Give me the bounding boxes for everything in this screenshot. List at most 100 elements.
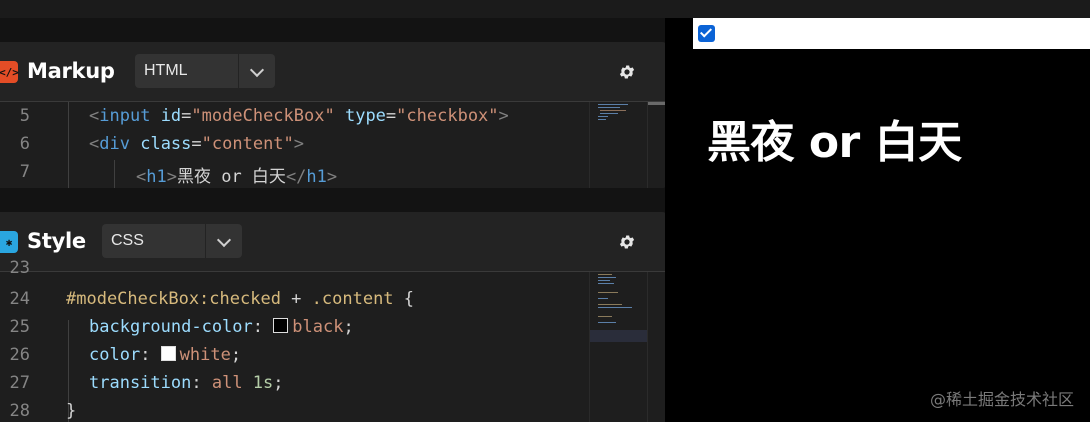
code-line[interactable]: <input id="modeCheckBox" type="checkbox"… (89, 106, 509, 126)
minimap-line (598, 119, 606, 120)
code-token: > (166, 167, 177, 187)
watermark: @稀土掘金技术社区 (929, 390, 1074, 409)
code-token: color (89, 345, 141, 365)
code-token: + (280, 289, 312, 309)
style-editor-panel: ✱ Style CSS 23 24 #modeCheckBox:checked + … (0, 212, 668, 422)
code-token: </ (285, 167, 307, 187)
style-language-label: CSS (111, 232, 144, 249)
style-panel-header: ✱ Style CSS (0, 212, 668, 272)
code-token: < (89, 106, 100, 126)
gear-icon[interactable] (618, 63, 636, 81)
style-language-select[interactable]: CSS (102, 224, 242, 258)
code-token: "checkbox" (396, 106, 499, 126)
minimap-line (598, 116, 608, 117)
code-token: background-color (89, 317, 253, 337)
code-line[interactable]: <div class="content"> (89, 134, 304, 154)
code-line[interactable]: background-color: black; (89, 317, 354, 337)
indent-guide (114, 160, 115, 188)
markup-editor-panel: </> Markup HTML 5 <input id="modeCheckBox… (0, 42, 668, 188)
code-token: white (179, 345, 231, 365)
gear-icon[interactable] (618, 233, 636, 251)
checkbox-row (693, 18, 1090, 49)
code-token: black (292, 317, 344, 337)
code-token: id (160, 106, 182, 126)
minimap-line (598, 104, 628, 105)
code-token: "modeCheckBox" (191, 106, 335, 126)
minimap-line (600, 113, 618, 114)
code-token: = (385, 106, 397, 126)
code-token: ; (230, 345, 242, 365)
code-token: ; (343, 317, 354, 337)
code-token: = (191, 134, 202, 154)
code-token: : (140, 345, 161, 365)
minimap-line (598, 277, 616, 278)
code-token: .content (311, 289, 394, 309)
asterisk-icon: ✱ (0, 231, 18, 253)
minimap-line (598, 316, 612, 317)
minimap-line (598, 283, 614, 284)
code-token: } (66, 401, 77, 421)
code-token: { (393, 289, 415, 309)
markup-language-select[interactable]: HTML (135, 54, 275, 88)
code-brackets-icon: </> (0, 61, 19, 83)
code-line[interactable]: transition: all 1s; (89, 373, 284, 393)
code-token: input (99, 106, 151, 126)
color-swatch (273, 318, 289, 333)
style-code-area[interactable]: 23 24 #modeCheckBox:checked + .content {25… (0, 258, 648, 422)
minimap-line (600, 110, 626, 111)
top-bar (0, 0, 1090, 18)
markup-code-area[interactable]: 5 <input id="modeCheckBox" type="checkbox… (0, 102, 648, 188)
code-line[interactable]: #modeCheckBox:checked + .content { (66, 289, 414, 309)
line-number: 28 (9, 401, 30, 421)
color-swatch (160, 346, 176, 361)
minimap-line (598, 280, 610, 281)
line-number: 23 (9, 258, 30, 278)
line-number: 25 (9, 317, 30, 337)
minimap-line (598, 298, 608, 299)
code-line[interactable]: } (66, 401, 76, 421)
indent-guide (68, 102, 69, 188)
select-divider (205, 224, 206, 258)
code-line[interactable]: <h1>黑夜 or 白天</h1> (136, 162, 337, 187)
code-token: div (99, 134, 130, 154)
minimap-line (598, 292, 618, 293)
code-token: 黑夜 or 白天 (176, 167, 286, 187)
code-token: h1 (306, 167, 327, 187)
preview-heading: 黑夜 or 白天 (707, 117, 962, 168)
code-token: < (89, 134, 100, 154)
style-panel-title: Style (27, 229, 86, 253)
minimap-line (598, 304, 622, 305)
chevron-down-icon[interactable] (216, 232, 232, 248)
markup-minimap[interactable] (589, 102, 648, 188)
code-token: class (140, 134, 192, 154)
line-number: 6 (19, 134, 30, 154)
code-token: #modeCheckBox:checked (66, 289, 281, 309)
minimap-line (598, 322, 616, 323)
code-token: > (293, 134, 305, 154)
minimap-line (598, 107, 620, 108)
code-token: "content" (201, 134, 294, 154)
code-line[interactable]: color: white; (89, 345, 241, 365)
code-token: < (136, 167, 147, 187)
minimap-viewport[interactable] (590, 330, 648, 342)
code-token: transition (89, 373, 192, 393)
code-token: 1s (252, 373, 274, 393)
markup-panel-title: Markup (27, 59, 115, 83)
style-minimap[interactable] (589, 272, 648, 422)
chevron-down-icon[interactable] (249, 62, 265, 78)
line-number: 27 (9, 373, 30, 393)
line-number: 5 (19, 106, 30, 126)
minimap-line (598, 307, 632, 308)
code-token: : (191, 373, 212, 393)
mode-checkbox[interactable] (698, 25, 715, 42)
line-number: 7 (19, 162, 30, 182)
minimap-line (598, 274, 612, 275)
line-number: 26 (9, 345, 30, 365)
select-divider (238, 54, 239, 88)
result-preview: 黑夜 or 白天 @稀土掘金技术社区 (665, 18, 1090, 422)
code-token: ; (273, 373, 284, 393)
code-token: = (181, 106, 192, 126)
markup-panel-header: </> Markup HTML (0, 42, 668, 102)
